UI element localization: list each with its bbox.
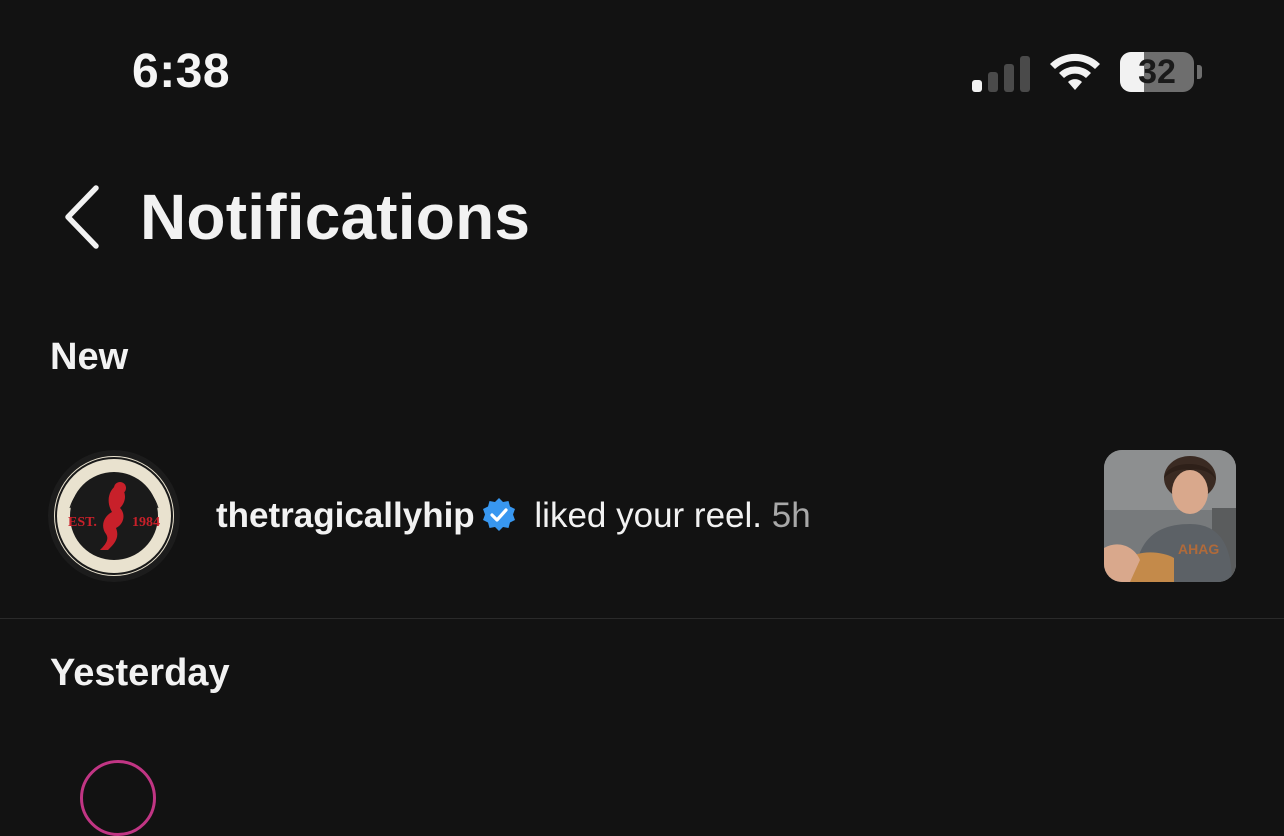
svg-text:AHAG: AHAG (1178, 541, 1219, 557)
svg-text:1984: 1984 (132, 515, 160, 530)
notification-text: thetragicallyhip liked your reel. 5h (216, 496, 811, 536)
svg-text:EST.: EST. (68, 515, 97, 530)
chevron-left-icon (65, 185, 99, 249)
avatar-logo-graphic: EST. 1984 (48, 450, 180, 582)
notification-username[interactable]: thetragicallyhip (216, 496, 475, 535)
page-title: Notifications (140, 181, 531, 253)
next-notification-avatar[interactable] (80, 760, 156, 836)
notification-time: 5h (771, 496, 811, 535)
page-header: Notifications (0, 160, 1284, 270)
status-time: 6:38 (132, 45, 231, 98)
battery-icon: 32 (1120, 52, 1194, 92)
notification-action: liked your reel. (524, 496, 762, 535)
band-logo-avatar[interactable]: EST. 1984 (48, 450, 180, 582)
status-bar: 6:38 32 (0, 0, 1284, 140)
cellular-signal-icon (972, 56, 1030, 92)
section-heading-new: New (50, 336, 129, 378)
battery-indicator: 32 (1120, 52, 1206, 94)
section-divider (0, 618, 1284, 619)
reel-thumbnail-image: AHAG (1104, 450, 1236, 582)
battery-nub (1197, 65, 1202, 79)
verified-badge-icon (482, 498, 515, 531)
wifi-icon (1050, 53, 1100, 90)
back-button[interactable] (56, 182, 112, 252)
reel-thumbnail[interactable]: AHAG (1104, 450, 1236, 582)
notification-item[interactable]: EST. 1984 thetragicallyhip liked your re… (0, 440, 1284, 596)
section-heading-yesterday: Yesterday (50, 652, 230, 694)
battery-percent: 32 (1138, 53, 1176, 91)
